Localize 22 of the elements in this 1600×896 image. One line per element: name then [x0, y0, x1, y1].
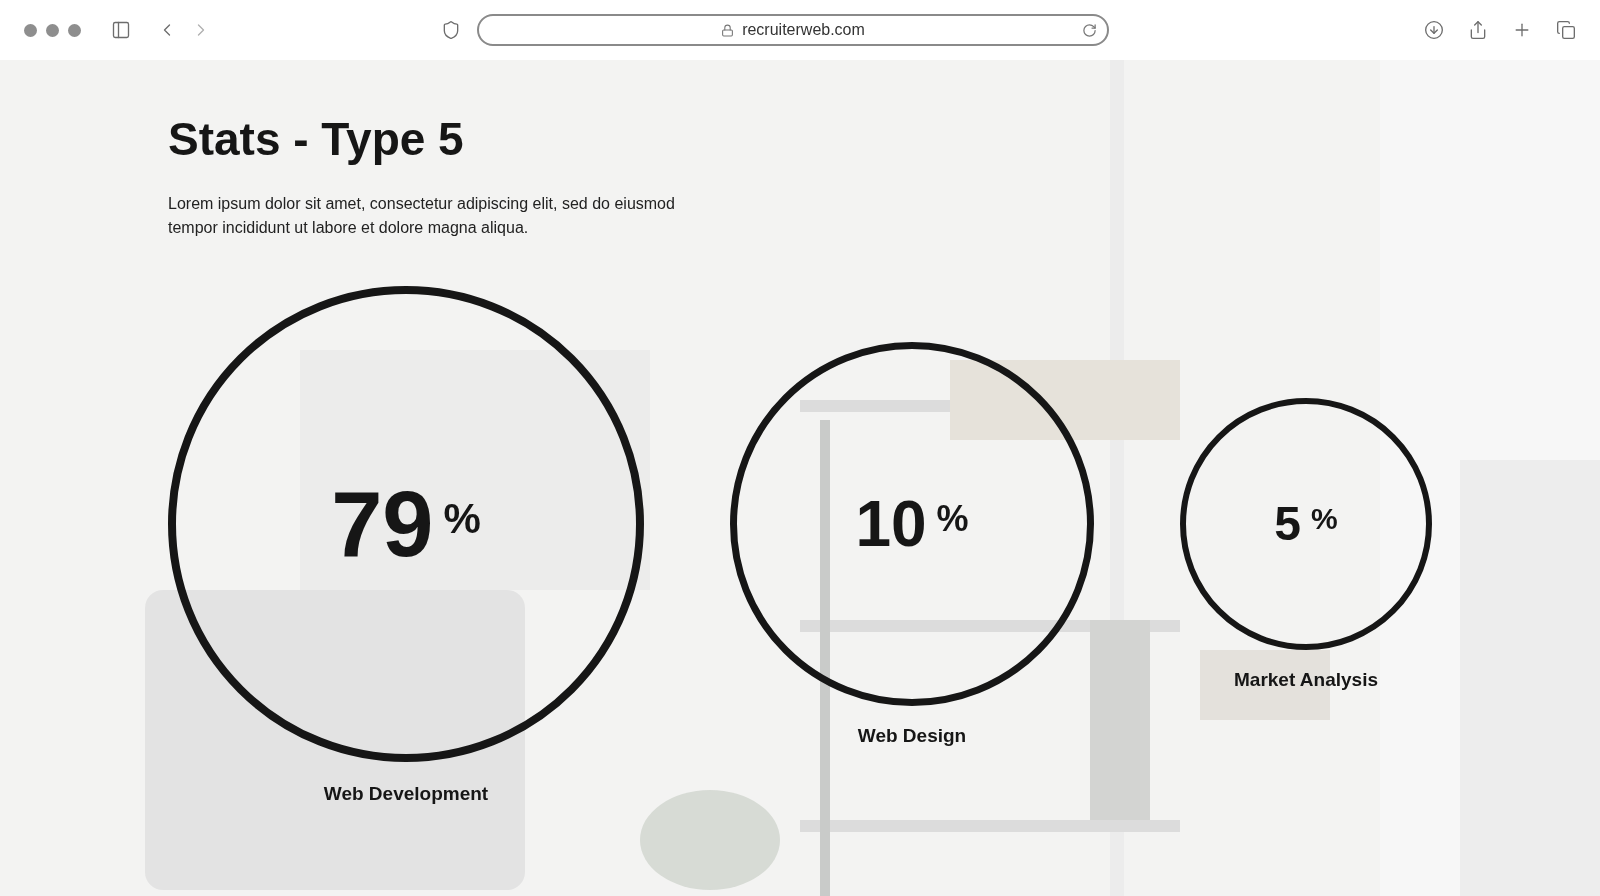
stat-label: Market Analysis: [1234, 668, 1378, 692]
reload-icon[interactable]: [1082, 22, 1097, 38]
tabs-icon[interactable]: [1556, 20, 1576, 40]
shield-icon[interactable]: [441, 20, 461, 40]
address-bar[interactable]: recruiterweb.com: [477, 14, 1109, 46]
stat-value: 5: [1274, 500, 1301, 548]
page-description: Lorem ipsum dolor sit amet, consectetur adipiscing elit, sed do eiusmod tempor incididunt ut labore et dolore magna aliqua.: [168, 194, 676, 238]
stat-unit: %: [443, 498, 481, 540]
stat-value: 10: [855, 492, 927, 556]
stat-label: Web Development: [323, 782, 489, 806]
url-text: recruiterweb.com: [742, 20, 865, 40]
stat-label: Web Design: [857, 724, 967, 748]
sidebar-icon[interactable]: [111, 20, 131, 40]
minimize-window-icon[interactable]: [46, 23, 59, 37]
stat-value: 79: [331, 478, 434, 570]
close-window-icon[interactable]: [24, 23, 37, 37]
zoom-window-icon[interactable]: [68, 23, 81, 37]
share-icon[interactable]: [1468, 20, 1488, 40]
stat-unit: %: [936, 501, 969, 537]
lock-icon: [721, 23, 735, 37]
download-icon[interactable]: [1424, 20, 1444, 40]
stat-unit: %: [1311, 504, 1338, 534]
